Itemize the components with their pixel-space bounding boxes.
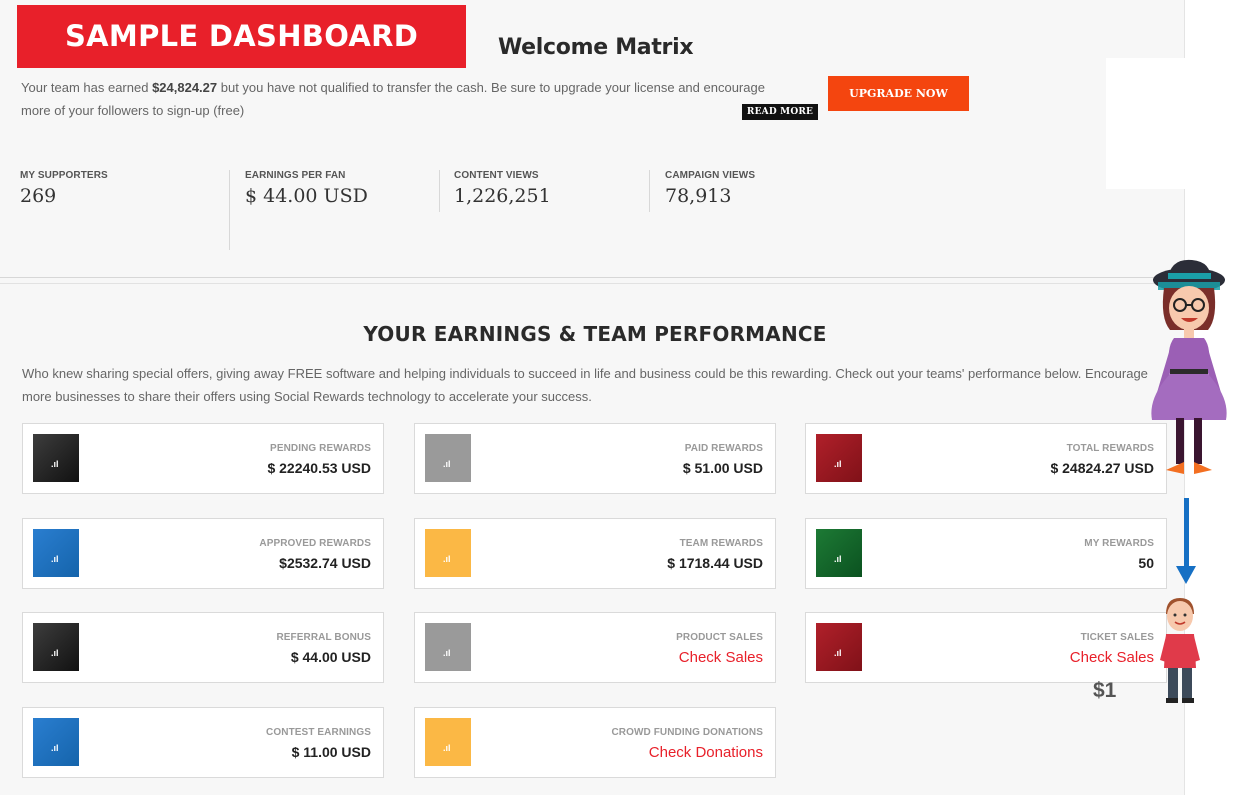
card-referral-bonus[interactable]: .ıl REFERRAL BONUS $ 44.00 USD	[22, 612, 384, 683]
section-description: Who knew sharing special offers, giving …	[22, 366, 1148, 404]
card-approved-rewards[interactable]: .ıl APPROVED REWARDS $2532.74 USD	[22, 518, 384, 589]
bar-chart-icon: .ıl	[33, 434, 79, 482]
stat-label: CAMPAIGN VIEWS	[665, 170, 756, 181]
card-value: $ 1718.44 USD	[667, 555, 763, 571]
dashboard-page: SAMPLE DASHBOARD Welcome Matrix Your tea…	[0, 0, 1185, 795]
upgrade-now-button[interactable]: UPGRADE NOW	[828, 76, 969, 111]
bar-chart-icon: .ıl	[425, 529, 471, 577]
stat-divider	[439, 170, 440, 212]
earned-amount: $24,824.27	[152, 80, 218, 95]
sample-dashboard-banner: SAMPLE DASHBOARD	[17, 5, 466, 68]
intro-text: Your team has earned $24,824.27 but you …	[21, 76, 791, 122]
card-label: TEAM REWARDS	[679, 538, 763, 549]
intro-prefix: Your team has earned	[21, 80, 153, 95]
card-value: $2532.74 USD	[279, 555, 371, 571]
blank-panel	[1106, 58, 1186, 189]
bar-chart-icon: .ıl	[425, 434, 471, 482]
card-label: CONTEST EARNINGS	[266, 727, 371, 738]
down-arrow-icon	[1184, 498, 1189, 568]
card-value: $ 51.00 USD	[682, 460, 763, 476]
read-more-button[interactable]: READ MORE	[742, 104, 818, 120]
bar-chart-icon: .ıl	[816, 434, 862, 482]
stat-label: CONTENT VIEWS	[454, 170, 539, 181]
stat-campaign-views: CAMPAIGN VIEWS 78,913	[665, 170, 755, 207]
card-team-rewards[interactable]: .ıl TEAM REWARDS $ 1718.44 USD	[414, 518, 776, 589]
card-my-rewards[interactable]: .ıl MY REWARDS 50	[805, 518, 1167, 589]
bar-chart-icon: .ıl	[816, 529, 862, 577]
section-title: YOUR EARNINGS & TEAM PERFORMANCE	[363, 322, 827, 346]
card-value: $ 11.00 USD	[291, 744, 371, 760]
stat-divider	[649, 170, 650, 212]
stat-earnings-per-fan: EARNINGS PER FAN $ 44.00 USD	[245, 170, 368, 207]
welcome-title: Welcome Matrix	[498, 35, 694, 60]
woman-illustration-icon	[1151, 259, 1227, 474]
bar-chart-icon: .ıl	[33, 529, 79, 577]
boy-illustration-icon	[1160, 598, 1200, 703]
check-sales-link[interactable]: Check Sales	[1070, 649, 1154, 666]
check-donations-link[interactable]: Check Donations	[649, 744, 763, 761]
bar-chart-icon: .ıl	[33, 718, 79, 766]
card-label: REFERRAL BONUS	[276, 632, 371, 643]
stat-label: MY SUPPORTERS	[20, 170, 108, 181]
card-crowd-funding-donations[interactable]: .ıl CROWD FUNDING DONATIONS Check Donati…	[414, 707, 776, 778]
stat-value: $ 44.00 USD	[245, 185, 368, 207]
card-label: APPROVED REWARDS	[259, 538, 371, 549]
bar-chart-icon: .ıl	[33, 623, 79, 671]
bar-chart-icon: .ıl	[425, 718, 471, 766]
stat-content-views: CONTENT VIEWS 1,226,251	[454, 170, 551, 207]
card-label: TOTAL REWARDS	[1066, 443, 1154, 454]
card-ticket-sales[interactable]: .ıl TICKET SALES Check Sales	[805, 612, 1167, 683]
card-product-sales[interactable]: .ıl PRODUCT SALES Check Sales	[414, 612, 776, 683]
card-label: PENDING REWARDS	[270, 443, 371, 454]
card-value: $ 24824.27 USD	[1050, 460, 1154, 476]
down-arrow-head-icon	[1176, 566, 1196, 584]
card-total-rewards[interactable]: .ıl TOTAL REWARDS $ 24824.27 USD	[805, 423, 1167, 494]
card-pending-rewards[interactable]: .ıl PENDING REWARDS $ 22240.53 USD	[22, 423, 384, 494]
card-label: PRODUCT SALES	[676, 632, 763, 643]
stat-label: EARNINGS PER FAN	[245, 170, 346, 181]
card-value: $ 44.00 USD	[290, 649, 371, 665]
card-label: TICKET SALES	[1080, 632, 1154, 643]
check-sales-link[interactable]: Check Sales	[679, 649, 763, 666]
stat-divider	[229, 170, 230, 250]
stat-value: 1,226,251	[454, 185, 551, 207]
stat-value: 269	[20, 185, 57, 207]
bar-chart-icon: .ıl	[425, 623, 471, 671]
card-label: PAID REWARDS	[684, 443, 763, 454]
card-paid-rewards[interactable]: .ıl PAID REWARDS $ 51.00 USD	[414, 423, 776, 494]
reward-amount-label: $1	[1093, 679, 1117, 702]
section-divider	[0, 277, 1185, 278]
card-value: $ 22240.53 USD	[267, 460, 371, 476]
card-value: 50	[1138, 555, 1154, 571]
bar-chart-icon: .ıl	[816, 623, 862, 671]
card-contest-earnings[interactable]: .ıl CONTEST EARNINGS $ 11.00 USD	[22, 707, 384, 778]
stat-value: 78,913	[665, 185, 732, 207]
card-label: MY REWARDS	[1084, 538, 1154, 549]
card-label: CROWD FUNDING DONATIONS	[611, 727, 763, 738]
stat-my-supporters: MY SUPPORTERS 269	[20, 170, 108, 207]
section-divider	[0, 283, 1185, 284]
